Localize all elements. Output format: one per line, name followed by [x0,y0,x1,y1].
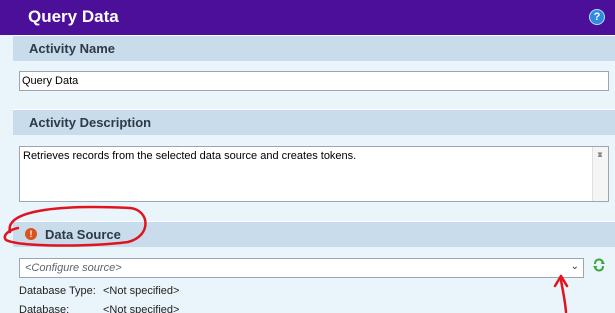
red-annotation [3,205,569,313]
query-data-panel: Query Data ? Activity Name Query Data Ac… [0,0,615,313]
